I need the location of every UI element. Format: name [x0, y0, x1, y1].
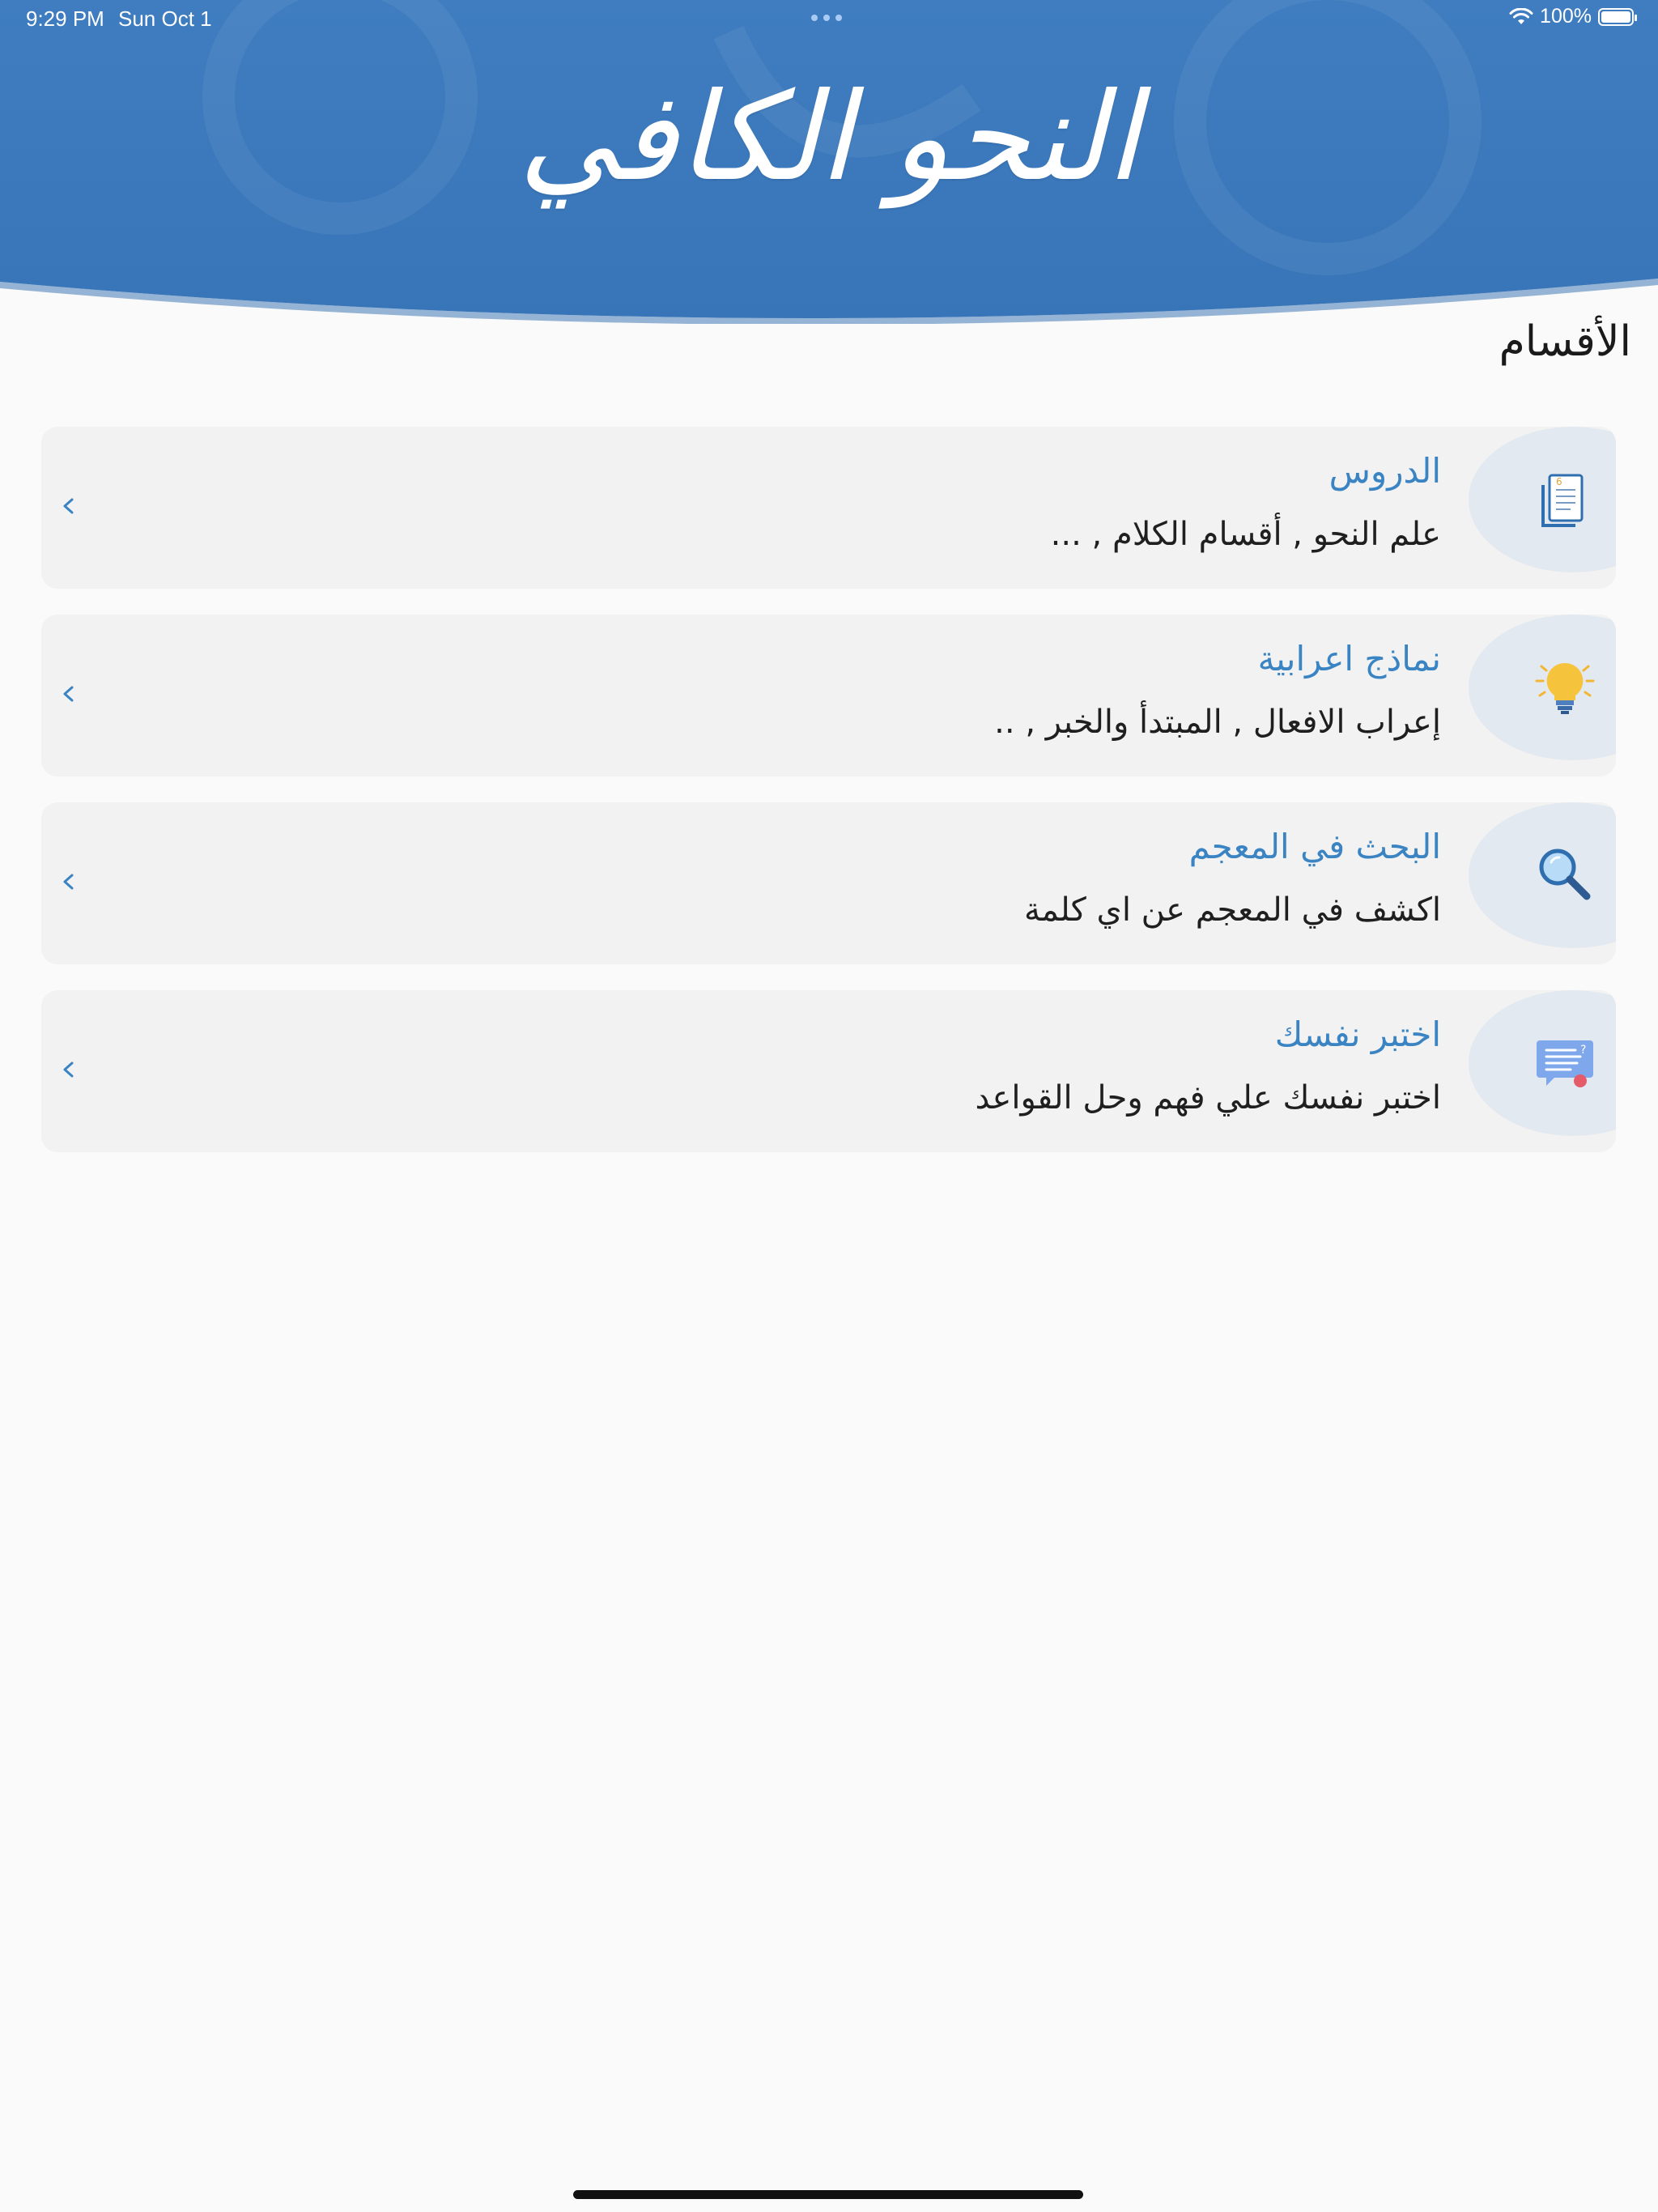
wifi-icon [1509, 7, 1533, 24]
card-parsing-examples[interactable]: نماذج اعرابية إعراب الافعال , المبتدأ وا… [41, 615, 1616, 776]
battery-percentage: 100% [1540, 5, 1592, 28]
lightbulb-icon [1527, 649, 1603, 725]
card-title: اختبر نفسك [1274, 1015, 1441, 1054]
quiz-chat-icon: ? [1527, 1024, 1603, 1100]
chevron-left-icon [63, 1061, 74, 1078]
header-banner: النحو الكافي [0, 0, 1658, 324]
status-date: Sun Oct 1 [118, 6, 212, 31]
magnifier-icon [1527, 836, 1603, 912]
card-dictionary-search[interactable]: البحث في المعجم اكشف في المعجم عن اي كلم… [41, 802, 1616, 964]
card-test-yourself[interactable]: ? اختبر نفسك اختبر نفسك علي فهم وحل القو… [41, 990, 1616, 1152]
card-lessons[interactable]: 6 الدروس علم النحو , أقسام الكلام , ... [41, 427, 1616, 589]
status-bar: 9:29 PM Sun Oct 1 100% [0, 0, 1658, 39]
app-title: النحو الكافي [518, 67, 1140, 208]
card-subtitle: اكشف في المعجم عن اي كلمة [1023, 891, 1441, 929]
card-subtitle: اختبر نفسك علي فهم وحل القواعد [975, 1079, 1441, 1117]
card-title: الدروس [1329, 451, 1441, 491]
status-right: 100% [1509, 5, 1637, 28]
card-subtitle: إعراب الافعال , المبتدأ والخبر , .. [994, 704, 1441, 741]
status-time: 9:29 PM [26, 6, 104, 31]
home-indicator[interactable] [573, 2190, 1083, 2199]
chevron-left-icon [63, 686, 74, 702]
section-title: الأقسام [1499, 317, 1631, 366]
multitasking-dots-icon[interactable] [811, 15, 842, 21]
battery-icon [1598, 7, 1637, 26]
chevron-left-icon [63, 874, 74, 890]
svg-text:6: 6 [1556, 476, 1562, 487]
chevron-left-icon [63, 498, 74, 514]
document-icon: 6 [1527, 461, 1603, 537]
card-title: نماذج اعرابية [1257, 639, 1441, 678]
svg-text:?: ? [1580, 1044, 1586, 1057]
card-subtitle: علم النحو , أقسام الكلام , ... [1050, 516, 1441, 553]
card-title: البحث في المعجم [1188, 827, 1441, 866]
